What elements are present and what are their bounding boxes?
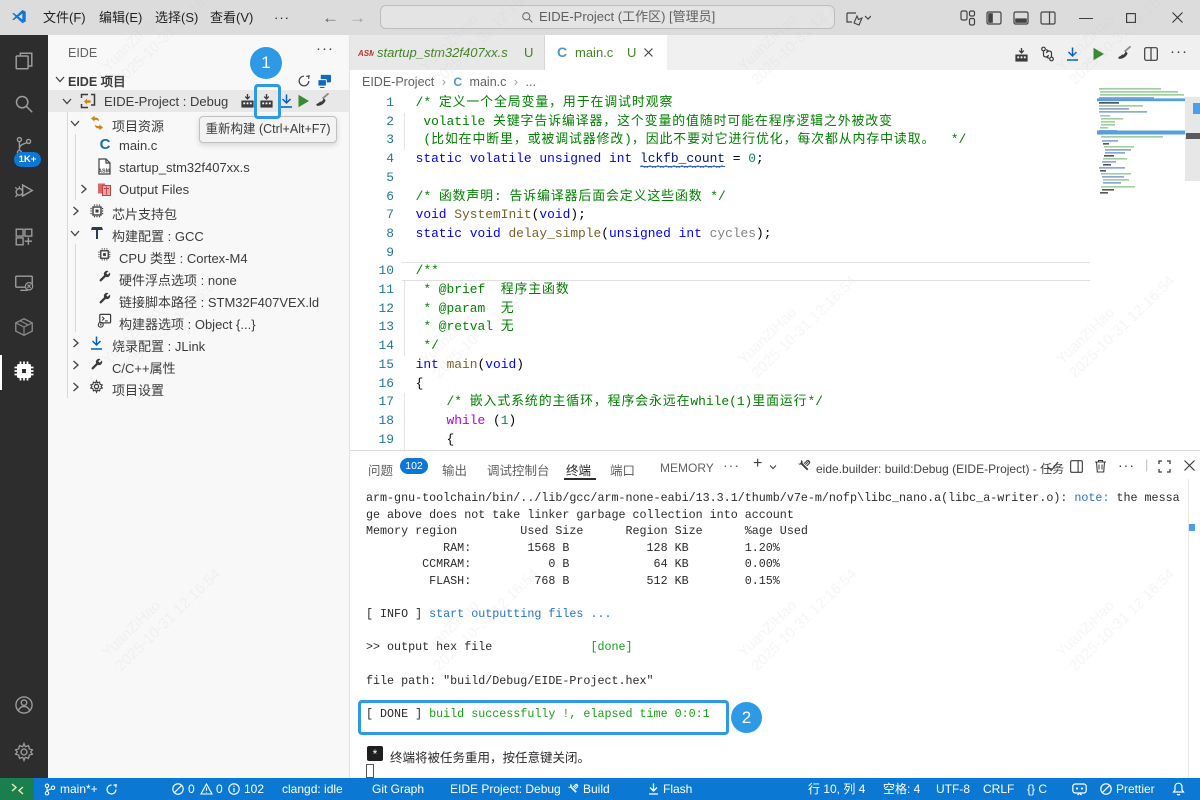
svg-text:ASM: ASM — [98, 169, 111, 175]
svg-text:ASM: ASM — [358, 49, 374, 58]
